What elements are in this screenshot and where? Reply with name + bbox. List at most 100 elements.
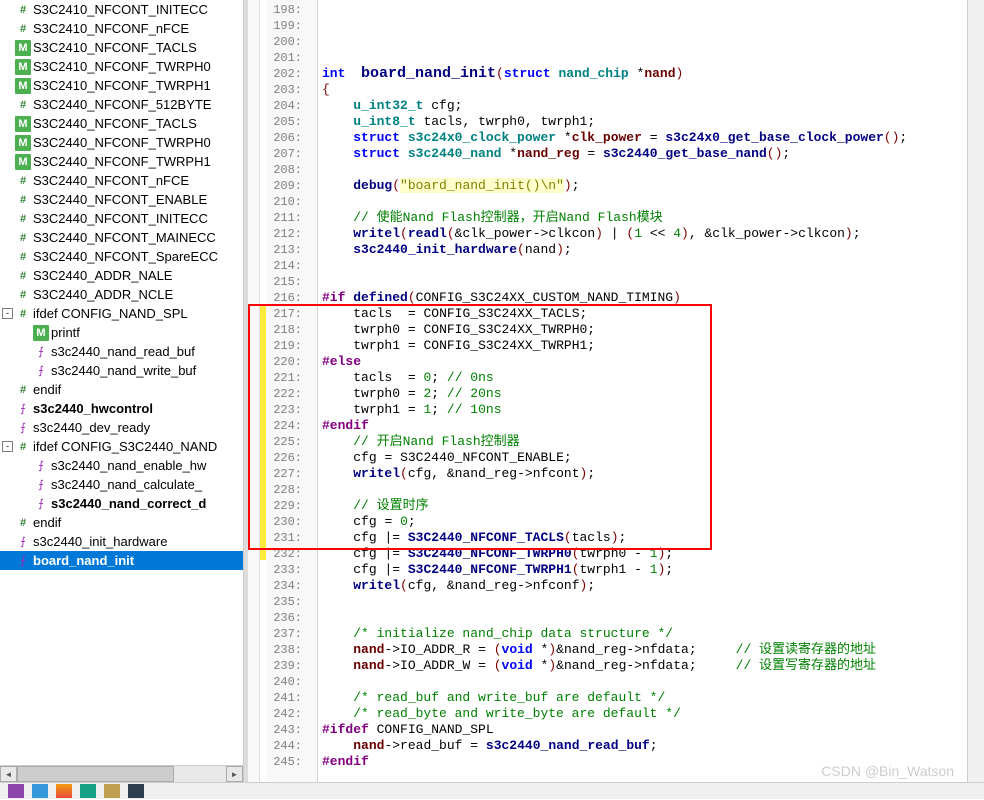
tree-item[interactable]: MS3C2440_NFCONF_TWRPH0 xyxy=(0,133,243,152)
code-line[interactable]: u_int32_t cfg; xyxy=(322,98,967,114)
fold-gutter[interactable] xyxy=(306,0,318,782)
tree-item[interactable]: ⨍s3c2440_nand_write_buf xyxy=(0,361,243,380)
tree-item[interactable]: MS3C2410_NFCONF_TACLS xyxy=(0,38,243,57)
tree-item[interactable]: ⨍s3c2440_nand_enable_hw xyxy=(0,456,243,475)
sidebar-hscroll[interactable]: ◄ ► xyxy=(0,765,243,782)
tree-item-label: ifdef CONFIG_NAND_SPL xyxy=(33,306,188,321)
tree-item[interactable]: #S3C2410_NFCONF_nFCE xyxy=(0,19,243,38)
code-line[interactable] xyxy=(322,274,967,290)
code-line[interactable]: // 使能Nand Flash控制器，开启Nand Flash模块 xyxy=(322,210,967,226)
function-icon: ⨍ xyxy=(15,553,31,569)
tree-item[interactable]: MS3C2410_NFCONF_TWRPH1 xyxy=(0,76,243,95)
code-line[interactable]: nand->IO_ADDR_R = (void *)&nand_reg->nfd… xyxy=(322,642,967,658)
code-line[interactable]: cfg |= S3C2440_NFCONF_TACLS(tacls); xyxy=(322,530,967,546)
tree-item[interactable]: #S3C2440_NFCONT_nFCE xyxy=(0,171,243,190)
code-line[interactable]: nand->read_buf = s3c2440_nand_read_buf; xyxy=(322,738,967,754)
tree-item[interactable]: -#ifdef CONFIG_NAND_SPL xyxy=(0,304,243,323)
code-line[interactable]: twrph1 = 1; // 10ns xyxy=(322,402,967,418)
tree-item[interactable]: MS3C2410_NFCONF_TWRPH0 xyxy=(0,57,243,76)
tree-item[interactable]: #S3C2410_NFCONT_INITECC xyxy=(0,0,243,19)
code-line[interactable]: #ifdef CONFIG_NAND_SPL xyxy=(322,722,967,738)
tree-item[interactable]: #S3C2440_NFCONT_ENABLE xyxy=(0,190,243,209)
tree-item[interactable]: -#ifdef CONFIG_S3C2440_NAND xyxy=(0,437,243,456)
expand-toggle[interactable]: - xyxy=(2,441,13,452)
code-line[interactable]: twrph1 = CONFIG_S3C24XX_TWRPH1; xyxy=(322,338,967,354)
code-line[interactable]: // 开启Nand Flash控制器 xyxy=(322,434,967,450)
tree-item[interactable]: #endif xyxy=(0,380,243,399)
code-line[interactable]: #endif xyxy=(322,418,967,434)
code-line[interactable] xyxy=(322,162,967,178)
code-line[interactable]: cfg = S3C2440_NFCONT_ENABLE; xyxy=(322,450,967,466)
tree-item[interactable]: ⨍s3c2440_nand_calculate_ xyxy=(0,475,243,494)
code-line[interactable] xyxy=(322,674,967,690)
code-line[interactable]: tacls = CONFIG_S3C24XX_TACLS; xyxy=(322,306,967,322)
tree-item-label: S3C2410_NFCONT_INITECC xyxy=(33,2,208,17)
tree-item[interactable]: #S3C2440_NFCONT_INITECC xyxy=(0,209,243,228)
code-line[interactable]: /* read_byte and write_byte are default … xyxy=(322,706,967,722)
code-line[interactable]: s3c2440_init_hardware(nand); xyxy=(322,242,967,258)
code-line[interactable]: struct s3c2440_nand *nand_reg = s3c2440_… xyxy=(322,146,967,162)
editor-vscroll[interactable] xyxy=(967,0,984,782)
tree-item[interactable]: ⨍s3c2440_nand_read_buf xyxy=(0,342,243,361)
code-line[interactable]: int board_nand_init(struct nand_chip *na… xyxy=(322,66,967,82)
code-line[interactable]: /* initialize nand_chip data structure *… xyxy=(322,626,967,642)
outline-tree[interactable]: #S3C2410_NFCONT_INITECC#S3C2410_NFCONF_n… xyxy=(0,0,243,570)
scroll-right-button[interactable]: ► xyxy=(226,766,243,782)
code-line[interactable]: writel(cfg, &nand_reg->nfconf); xyxy=(322,578,967,594)
tree-item[interactable]: ⨍s3c2440_nand_correct_d xyxy=(0,494,243,513)
tree-item[interactable]: ⨍s3c2440_dev_ready xyxy=(0,418,243,437)
status-icon-1[interactable] xyxy=(8,784,24,798)
status-icon-3[interactable] xyxy=(56,784,72,798)
code-line[interactable]: writel(readl(&clk_power->clkcon) | (1 <<… xyxy=(322,226,967,242)
code-line[interactable]: #if defined(CONFIG_S3C24XX_CUSTOM_NAND_T… xyxy=(322,290,967,306)
code-line[interactable] xyxy=(322,194,967,210)
scroll-thumb[interactable] xyxy=(17,766,174,782)
tree-item[interactable]: MS3C2440_NFCONF_TACLS xyxy=(0,114,243,133)
code-line[interactable]: twrph0 = 2; // 20ns xyxy=(322,386,967,402)
tree-item[interactable]: ⨍board_nand_init xyxy=(0,551,243,570)
code-area[interactable]: int board_nand_init(struct nand_chip *na… xyxy=(318,0,967,782)
code-line[interactable]: u_int8_t tacls, twrph0, twrph1; xyxy=(322,114,967,130)
code-line[interactable] xyxy=(322,594,967,610)
code-line[interactable]: // 设置时序 xyxy=(322,498,967,514)
code-line[interactable]: { xyxy=(322,82,967,98)
code-line[interactable]: twrph0 = CONFIG_S3C24XX_TWRPH0; xyxy=(322,322,967,338)
tree-item-label: S3C2410_NFCONF_TACLS xyxy=(33,40,197,55)
code-line[interactable]: tacls = 0; // 0ns xyxy=(322,370,967,386)
tree-item[interactable]: Mprintf xyxy=(0,323,243,342)
tree-item[interactable]: #S3C2440_ADDR_NALE xyxy=(0,266,243,285)
tree-item-label: s3c2440_hwcontrol xyxy=(33,401,153,416)
code-editor[interactable]: 1981992002012022032042052062072082092102… xyxy=(248,0,984,782)
code-line[interactable]: #else xyxy=(322,354,967,370)
tree-item[interactable]: ⨍s3c2440_hwcontrol xyxy=(0,399,243,418)
tree-item[interactable]: #endif xyxy=(0,513,243,532)
code-line[interactable] xyxy=(322,482,967,498)
expand-toggle[interactable]: - xyxy=(2,308,13,319)
status-icon-5[interactable] xyxy=(104,784,120,798)
code-line[interactable] xyxy=(322,258,967,274)
code-line[interactable]: /* read_buf and write_buf are default */ xyxy=(322,690,967,706)
code-line[interactable]: writel(cfg, &nand_reg->nfcont); xyxy=(322,466,967,482)
tree-item[interactable]: #S3C2440_ADDR_NCLE xyxy=(0,285,243,304)
tree-item[interactable]: ⨍s3c2440_init_hardware xyxy=(0,532,243,551)
function-icon: ⨍ xyxy=(15,420,31,436)
status-icon-2[interactable] xyxy=(32,784,48,798)
code-line[interactable]: nand->IO_ADDR_W = (void *)&nand_reg->nfd… xyxy=(322,658,967,674)
code-line[interactable]: cfg |= S3C2440_NFCONF_TWRPH1(twrph1 - 1)… xyxy=(322,562,967,578)
code-line[interactable]: debug("board_nand_init()\n"); xyxy=(322,178,967,194)
code-line[interactable] xyxy=(322,50,967,66)
scroll-track[interactable] xyxy=(17,766,226,782)
status-icon-6[interactable] xyxy=(128,784,144,798)
scroll-left-button[interactable]: ◄ xyxy=(0,766,17,782)
code-line[interactable] xyxy=(322,610,967,626)
code-line[interactable]: cfg = 0; xyxy=(322,514,967,530)
code-line[interactable]: struct s3c24x0_clock_power *clk_power = … xyxy=(322,130,967,146)
status-icon-4[interactable] xyxy=(80,784,96,798)
tree-item[interactable]: MS3C2440_NFCONF_TWRPH1 xyxy=(0,152,243,171)
macro-icon: M xyxy=(15,40,31,56)
code-line[interactable]: cfg |= S3C2440_NFCONF_TWRPH0(twrph0 - 1)… xyxy=(322,546,967,562)
tree-item[interactable]: #S3C2440_NFCONT_MAINECC xyxy=(0,228,243,247)
tree-item[interactable]: #S3C2440_NFCONF_512BYTE xyxy=(0,95,243,114)
tree-item[interactable]: #S3C2440_NFCONT_SpareECC xyxy=(0,247,243,266)
macro-icon: M xyxy=(15,135,31,151)
